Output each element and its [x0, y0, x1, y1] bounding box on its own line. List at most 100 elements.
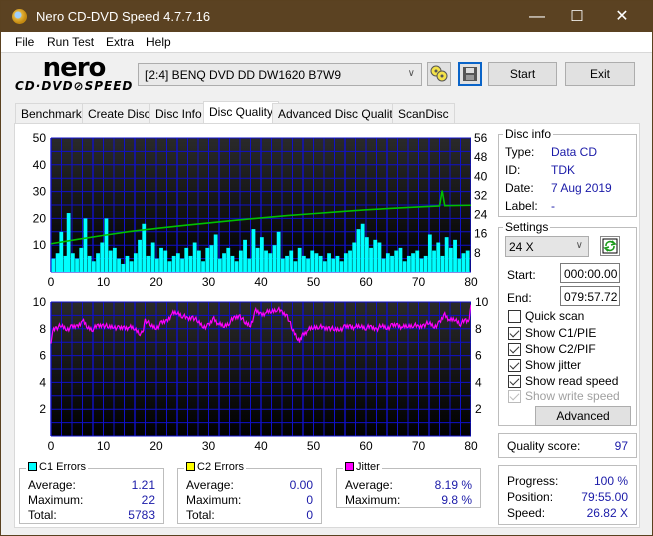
c2-errors-group: C2 Errors Average: 0.00 Maximum: 0 Total… — [177, 461, 322, 524]
quality-score-label: Quality score: — [507, 439, 581, 453]
tab-create-disc[interactable]: Create Disc — [82, 103, 157, 123]
x-tick-label: 80 — [464, 275, 478, 289]
x-tick-label: 0 — [48, 275, 55, 289]
settings-title: Settings — [503, 220, 551, 234]
progress-value: 100 % — [593, 474, 628, 488]
start-input[interactable]: 000:00.00 — [560, 263, 620, 283]
y-right-tick-label: 8 — [475, 322, 482, 336]
drive-select[interactable]: [2:4] BENQ DVD DD DW1620 B7W9 ∨ — [138, 63, 422, 86]
disc-type-label: Type: — [505, 145, 535, 159]
c1-bar — [205, 247, 210, 272]
c1-bar — [184, 247, 189, 272]
c1-bar — [51, 258, 56, 272]
c1-bar — [213, 234, 218, 272]
c1-bar — [310, 250, 315, 272]
c1-bar — [289, 250, 294, 272]
c1-bar — [306, 258, 310, 272]
refresh-speed-button[interactable] — [600, 236, 620, 256]
tab-scandisc[interactable]: ScanDisc — [392, 103, 455, 123]
show-read-speed-checkbox[interactable] — [508, 375, 521, 388]
c1-bar — [272, 245, 277, 272]
show-c2-checkbox[interactable] — [508, 343, 521, 356]
x-tick-label: 50 — [307, 439, 321, 453]
c1-bar — [465, 250, 470, 272]
app-icon — [12, 9, 27, 24]
c1-bar — [448, 247, 453, 272]
y-left-tick-label: 40 — [33, 158, 47, 172]
c1-bar — [301, 255, 306, 272]
end-label: End: — [507, 291, 532, 305]
c1-bar — [201, 261, 205, 272]
c1-bar — [138, 239, 142, 272]
c1-bar — [453, 239, 457, 272]
exit-button[interactable]: Exit — [565, 62, 635, 86]
c1-bar — [381, 258, 386, 272]
tab-benchmark[interactable]: Benchmark — [15, 103, 88, 123]
c1-bar — [406, 255, 411, 272]
c1-bar — [154, 258, 159, 272]
start-button[interactable]: Start — [488, 62, 557, 86]
disc-id-label: ID: — [505, 163, 521, 177]
x-tick-label: 40 — [254, 439, 268, 453]
jitter-color-swatch — [345, 462, 354, 471]
show-jitter-checkbox[interactable] — [508, 359, 521, 372]
tab-advanced-disc-quality[interactable]: Advanced Disc Quality — [272, 103, 405, 123]
y-left-tick-label: 50 — [33, 131, 47, 145]
show-c1-checkbox[interactable] — [508, 327, 521, 340]
c1-bar — [385, 253, 390, 272]
c1-bar — [243, 239, 247, 272]
c1-bar — [226, 247, 231, 272]
disc-label-value: - — [551, 199, 555, 213]
speed-select[interactable]: 24 X ∨ — [505, 236, 589, 257]
c1-bar — [188, 255, 193, 272]
maximize-button[interactable]: ☐ — [554, 1, 600, 32]
c1-bar — [280, 258, 285, 272]
jitter-chart: 0 10 20 30 40 50 60 70 80 2 2 4 4 6 6 8 8 10 10 — [33, 295, 489, 453]
app-window: Nero CD-DVD Speed 4.7.7.16 — ☐ ✕ File Ru… — [0, 0, 653, 536]
c1-bar — [96, 253, 100, 272]
tab-disc-info[interactable]: Disc Info — [149, 103, 208, 123]
x-tick-label: 10 — [97, 275, 111, 289]
end-input[interactable]: 079:57.72 — [560, 286, 620, 306]
menu-extra[interactable]: Extra — [106, 35, 134, 49]
c1-bar — [369, 247, 373, 272]
x-tick-label: 40 — [254, 275, 268, 289]
y-left-tick-label: 2 — [39, 402, 46, 416]
x-tick-label: 20 — [149, 275, 163, 289]
c1-bar — [100, 242, 105, 272]
menu-help[interactable]: Help — [146, 35, 171, 49]
c1-bar — [104, 218, 109, 272]
c2-errors-title: C2 Errors — [197, 461, 245, 473]
c1-bar — [268, 253, 273, 272]
c1-bar — [142, 223, 147, 272]
c1-bar — [87, 255, 92, 272]
c1-bar — [66, 213, 71, 272]
x-tick-label: 20 — [149, 439, 163, 453]
y-right-tick-label: 10 — [475, 295, 489, 309]
x-tick-label: 70 — [412, 275, 426, 289]
y-right-tick-label: 40 — [474, 169, 488, 183]
close-button[interactable]: ✕ — [599, 1, 645, 32]
menu-file[interactable]: File — [15, 35, 34, 49]
y-right-tick-label: 4 — [475, 375, 482, 389]
menu-run-test[interactable]: Run Test — [47, 35, 94, 49]
quick-scan-checkbox[interactable] — [508, 310, 521, 323]
c2-maximum-value: 0 — [306, 493, 313, 507]
advanced-button[interactable]: Advanced — [535, 406, 631, 426]
c2-total-label: Total: — [186, 508, 215, 522]
c2-errors-legend: C2 Errors — [184, 461, 247, 473]
c2-color-swatch — [186, 462, 195, 471]
jitter-title: Jitter — [356, 461, 380, 473]
c1-bar — [276, 231, 281, 272]
c1-bar — [150, 242, 155, 272]
tab-disc-quality[interactable]: Disc Quality — [203, 101, 280, 124]
y-left-tick-label: 8 — [39, 322, 46, 336]
save-button[interactable] — [458, 62, 482, 86]
c1-bar — [411, 253, 415, 272]
c1-total-label: Total: — [28, 508, 57, 522]
drive-eject-button[interactable] — [427, 62, 451, 86]
jitter-maximum-label: Maximum: — [345, 493, 401, 507]
c1-bar — [285, 255, 289, 272]
x-tick-label: 0 — [48, 439, 55, 453]
c1-bar — [75, 258, 79, 272]
